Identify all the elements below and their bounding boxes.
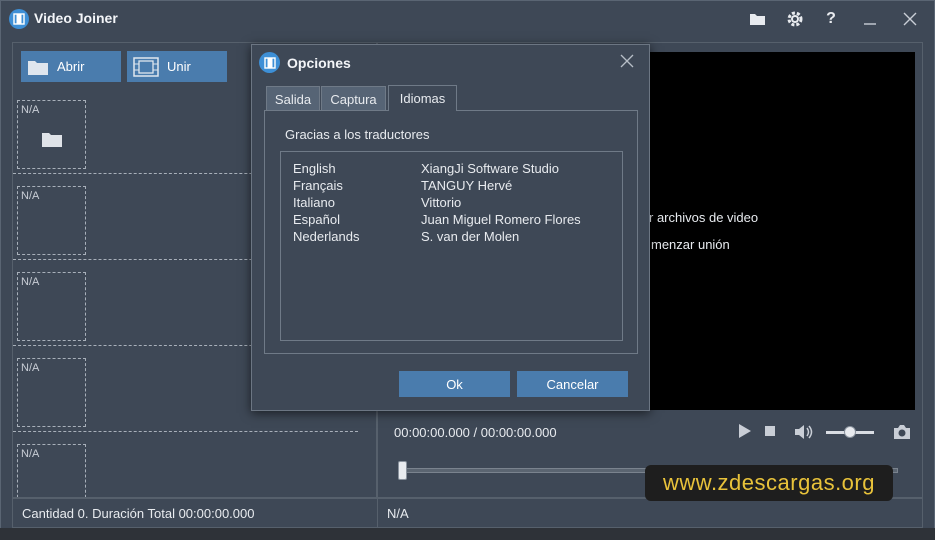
time-readout: 00:00:00.000 / 00:00:00.000 (394, 425, 557, 440)
join-button-label: Unir (167, 59, 191, 74)
volume-slider-handle[interactable] (844, 426, 856, 438)
hint-add-files: r archivos de video (649, 210, 759, 225)
film-icon (9, 9, 29, 29)
taskbar-strip (0, 528, 935, 540)
translator-name: Vittorio (421, 195, 462, 210)
list-item: English XiangJi Software Studio (293, 161, 613, 178)
clip-label: N/A (21, 448, 40, 460)
film-strip-icon (133, 56, 159, 77)
open-button-label: Abrir (57, 59, 85, 74)
seek-bar-handle[interactable] (398, 461, 407, 480)
translator-name: XiangJi Software Studio (421, 161, 560, 176)
cancel-button[interactable]: Cancelar (517, 371, 628, 397)
tab-captura[interactable]: Captura (321, 86, 386, 111)
clip-label: N/A (21, 362, 40, 374)
language-name: Nederlands (293, 229, 360, 244)
clip-thumbnail[interactable]: N/A (17, 186, 86, 255)
gear-icon[interactable] (785, 9, 805, 29)
translator-name: S. van der Molen (421, 229, 520, 244)
list-item: Italiano Vittorio (293, 195, 613, 212)
camera-icon[interactable] (892, 423, 912, 441)
app-title: Video Joiner (34, 10, 118, 26)
open-button[interactable]: Abrir (21, 51, 121, 82)
clip-thumbnail[interactable]: N/A (17, 100, 86, 169)
language-name: English (293, 161, 336, 176)
close-icon[interactable] (618, 53, 636, 71)
hint-start-join: menzar unión (651, 237, 730, 252)
tab-salida[interactable]: Salida (266, 86, 320, 111)
list-item: Nederlands S. van der Molen (293, 229, 613, 246)
folder-icon (28, 60, 48, 75)
volume-icon[interactable] (794, 423, 814, 441)
translator-name: TANGUY Hervé (421, 178, 513, 193)
translators-list: English XiangJi Software Studio Français… (280, 151, 623, 341)
folder-icon[interactable] (747, 9, 767, 29)
clip-label: N/A (21, 276, 40, 288)
folder-icon (42, 133, 62, 147)
translators-heading: Gracias a los traductores (285, 127, 430, 142)
status-bar: Cantidad 0. Duración Total 00:00:00.000 … (12, 498, 923, 528)
list-item: Español Juan Miguel Romero Flores (293, 212, 613, 229)
play-icon[interactable] (738, 423, 752, 439)
list-item: Français TANGUY Hervé (293, 178, 613, 195)
translator-name: Juan Miguel Romero Flores (421, 212, 581, 227)
dialog-title: Opciones (287, 55, 351, 71)
languages-panel: Gracias a los traductores English XiangJ… (264, 110, 638, 354)
help-icon[interactable]: ? (821, 9, 841, 29)
language-name: Italiano (293, 195, 335, 210)
watermark: www.zdescargas.org (645, 465, 893, 501)
minimize-icon[interactable] (860, 9, 880, 29)
close-icon[interactable] (900, 9, 920, 29)
clip-thumbnail[interactable]: N/A (17, 358, 86, 427)
tab-idiomas[interactable]: Idiomas (388, 85, 457, 111)
status-divider (377, 499, 378, 527)
status-summary: Cantidad 0. Duración Total 00:00:00.000 (22, 506, 255, 521)
ok-button[interactable]: Ok (399, 371, 510, 397)
language-name: Français (293, 178, 343, 193)
clip-thumbnail[interactable]: N/A (17, 444, 86, 497)
clip-label: N/A (21, 104, 40, 116)
stop-icon[interactable] (764, 423, 778, 439)
clip-item[interactable]: N/A (13, 432, 358, 497)
clip-label: N/A (21, 190, 40, 202)
join-button[interactable]: Unir (127, 51, 227, 82)
language-name: Español (293, 212, 340, 227)
status-selection: N/A (387, 506, 409, 521)
film-icon (259, 52, 280, 73)
title-bar: Video Joiner ? (1, 1, 934, 37)
clip-thumbnail[interactable]: N/A (17, 272, 86, 341)
options-dialog: Opciones Salida Captura Idiomas Gracias … (251, 44, 650, 411)
